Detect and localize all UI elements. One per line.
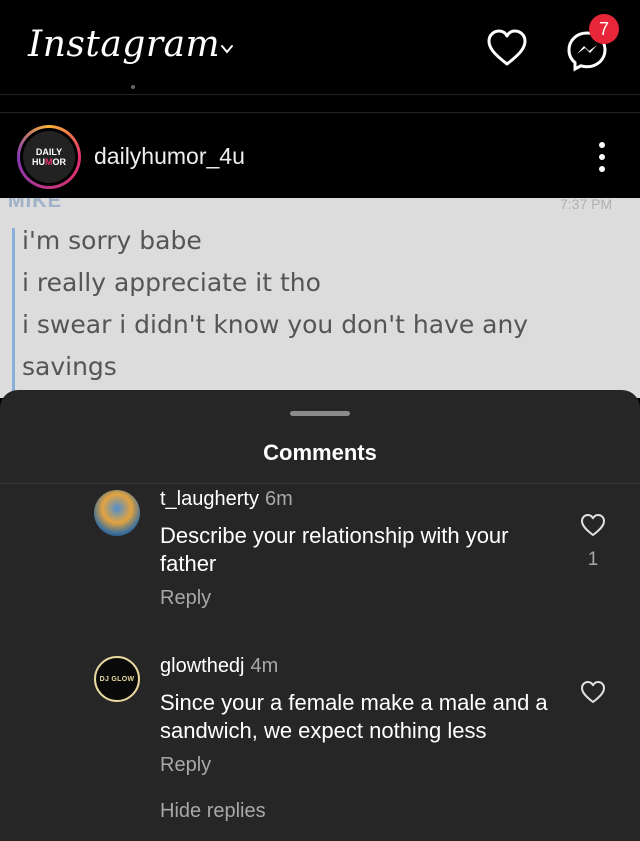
- comments-title: Comments: [263, 440, 377, 465]
- avatar-text: DJ GLOW: [99, 675, 135, 683]
- chat-line: i really appreciate it tho: [22, 268, 321, 297]
- comments-sheet: Comments t_laugherty 6m Describe your rel…: [0, 390, 640, 841]
- chevron-down-icon[interactable]: [220, 42, 234, 56]
- avatar-logo-line2-a: HU: [32, 157, 45, 167]
- comment-avatar[interactable]: DJ GLOW: [94, 656, 140, 702]
- avatar-logo-line2: HUMOR: [32, 157, 66, 167]
- previous-post-remnant: [131, 85, 135, 89]
- avatar-logo-line2-b: OR: [52, 157, 67, 167]
- avatar-gap: DAILY HUMOR: [20, 128, 78, 186]
- chat-time: 7:37 PM: [560, 198, 613, 212]
- comment-text: Describe your relationship with your fat…: [160, 523, 509, 576]
- divider: [0, 483, 640, 484]
- comment-username[interactable]: glowthedj: [160, 655, 245, 677]
- post-header: DAILY HUMOR dailyhumor_4u: [0, 112, 640, 199]
- chat-line: i swear i didn't know you don't have any: [22, 310, 529, 339]
- comment-time: 6m: [264, 488, 293, 510]
- post-username[interactable]: dailyhumor_4u: [94, 143, 245, 170]
- reply-button[interactable]: Reply: [160, 754, 211, 777]
- comment-like-count: 1: [587, 549, 599, 570]
- hide-replies-button[interactable]: Hide replies: [160, 800, 266, 823]
- heart-icon[interactable]: [580, 513, 606, 537]
- comment-avatar[interactable]: [94, 490, 140, 536]
- chat-quote-bar: [12, 228, 15, 398]
- chat-sender-label: MIKE: [8, 198, 62, 212]
- avatar-logo: DAILY HUMOR: [23, 131, 75, 183]
- post-image[interactable]: MIKE 7:37 PM i'm sorry babe i really app…: [0, 198, 640, 398]
- heart-icon[interactable]: [486, 28, 528, 68]
- comment-username[interactable]: t_laugherty: [160, 488, 259, 510]
- top-bar: Instagram 7: [0, 0, 640, 94]
- avatar-logo-line1: DAILY: [35, 147, 63, 157]
- comment-header: glowthedj 4m: [160, 655, 278, 678]
- comment-text: Since your a female make a male and a sa…: [160, 690, 548, 743]
- comment-time: 4m: [250, 655, 279, 677]
- avatar-logo-line2-o: M: [45, 157, 53, 167]
- sheet-drag-handle[interactable]: [290, 411, 350, 416]
- post-avatar[interactable]: DAILY HUMOR: [17, 125, 81, 189]
- comment-header: t_laugherty 6m: [160, 488, 293, 511]
- notification-badge: 7: [589, 14, 619, 44]
- more-vertical-icon[interactable]: [596, 141, 608, 173]
- divider: [0, 94, 640, 95]
- chat-line: i'm sorry babe: [22, 226, 202, 255]
- reply-button[interactable]: Reply: [160, 587, 211, 610]
- chat-line: savings: [22, 352, 117, 381]
- instagram-logo[interactable]: Instagram: [28, 24, 220, 65]
- heart-icon[interactable]: [580, 680, 606, 704]
